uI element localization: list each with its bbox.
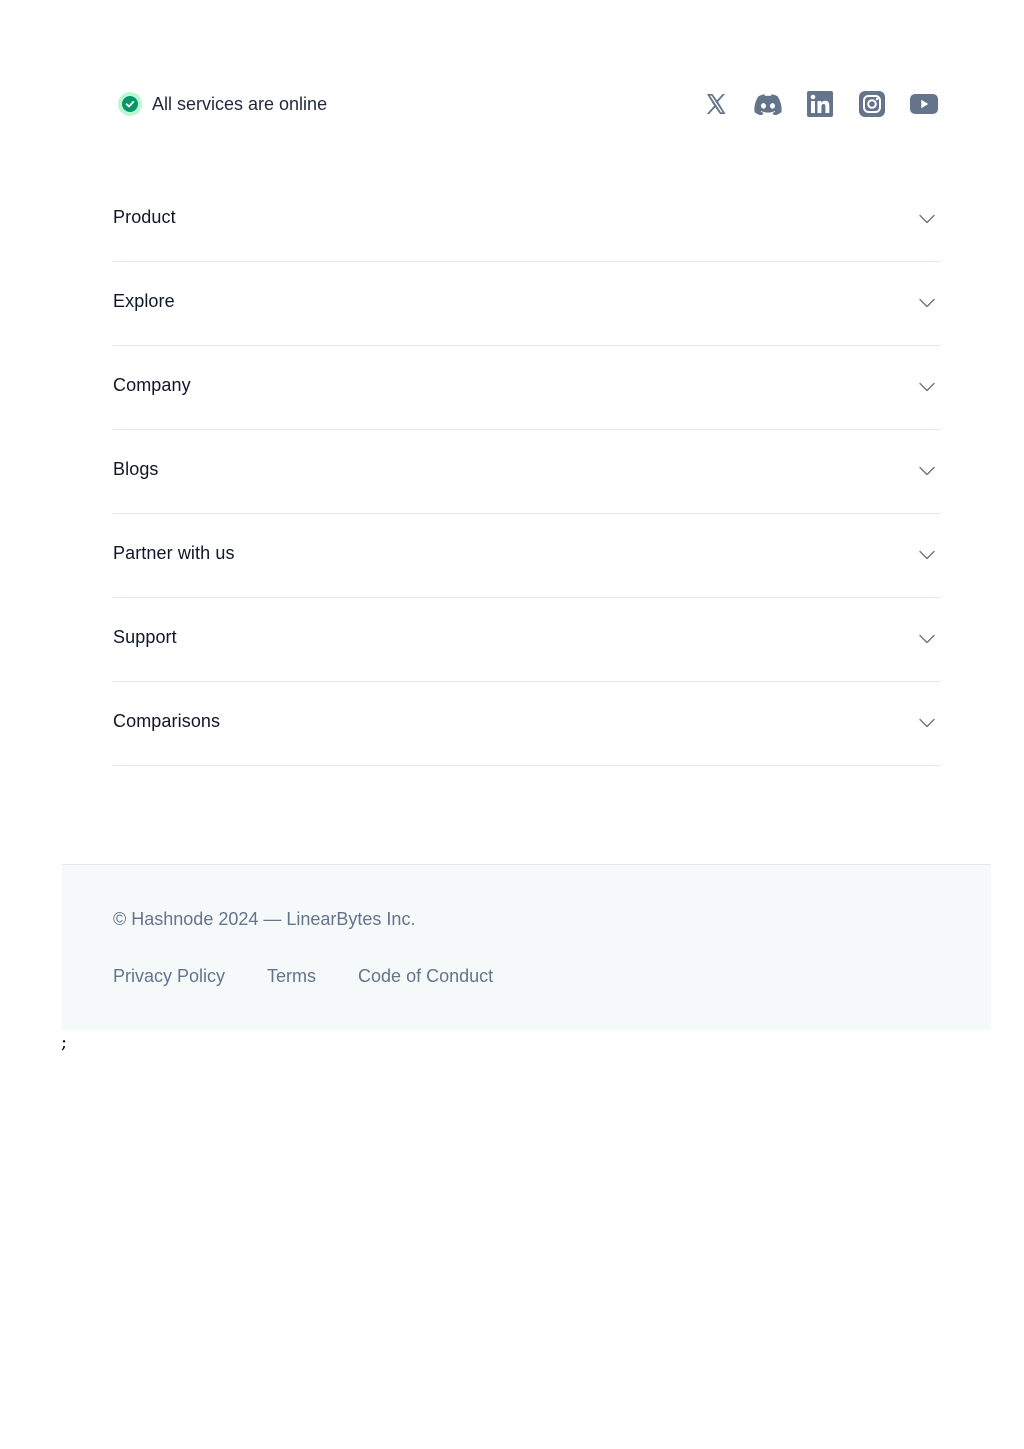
chevron-down-icon xyxy=(919,382,935,392)
terms-link[interactable]: Terms xyxy=(267,966,316,987)
status-link[interactable]: All services are online xyxy=(118,86,327,122)
section-label: Product xyxy=(113,207,176,227)
section-label: Explore xyxy=(113,291,175,311)
section-label: Comparisons xyxy=(113,711,221,731)
chevron-down-icon xyxy=(919,634,935,644)
linkedin-icon[interactable] xyxy=(804,88,836,120)
section-label: Support xyxy=(113,627,177,647)
section-comparisons[interactable]: Comparisons xyxy=(113,682,940,766)
chevron-down-icon xyxy=(919,550,935,560)
footer-topbar: All services are online xyxy=(113,86,940,122)
chevron-down-icon xyxy=(919,298,935,308)
x-icon[interactable] xyxy=(700,88,732,120)
section-support[interactable]: Support xyxy=(113,598,940,682)
instagram-icon[interactable] xyxy=(856,88,888,120)
footer-legal-bar: © Hashnode 2024 — LinearBytes Inc. Priva… xyxy=(62,864,991,1030)
status-label: All services are online xyxy=(152,93,328,114)
section-explore[interactable]: Explore xyxy=(113,262,940,346)
footer-sections: Product Explore Company Blogs Partner wi… xyxy=(113,178,940,766)
section-label: Partner with us xyxy=(113,543,235,563)
chevron-down-icon xyxy=(919,466,935,476)
youtube-icon[interactable] xyxy=(908,88,940,120)
section-company[interactable]: Company xyxy=(113,346,940,430)
section-blogs[interactable]: Blogs xyxy=(113,430,940,514)
chevron-down-icon xyxy=(919,214,935,224)
chevron-down-icon xyxy=(919,718,935,728)
section-label: Company xyxy=(113,375,191,395)
copyright-text: © Hashnode 2024 — LinearBytes Inc. xyxy=(113,909,416,929)
section-label: Blogs xyxy=(113,459,159,479)
privacy-policy-link[interactable]: Privacy Policy xyxy=(113,966,225,987)
stray-semicolon: ; xyxy=(61,1032,68,1053)
section-product[interactable]: Product xyxy=(113,178,940,262)
section-partner-with-us[interactable]: Partner with us xyxy=(113,514,940,598)
check-circle-icon xyxy=(118,92,142,116)
social-links xyxy=(700,86,940,122)
discord-icon[interactable] xyxy=(752,88,784,120)
code-of-conduct-link[interactable]: Code of Conduct xyxy=(358,966,493,987)
legal-links: Privacy Policy Terms Code of Conduct xyxy=(113,966,493,987)
